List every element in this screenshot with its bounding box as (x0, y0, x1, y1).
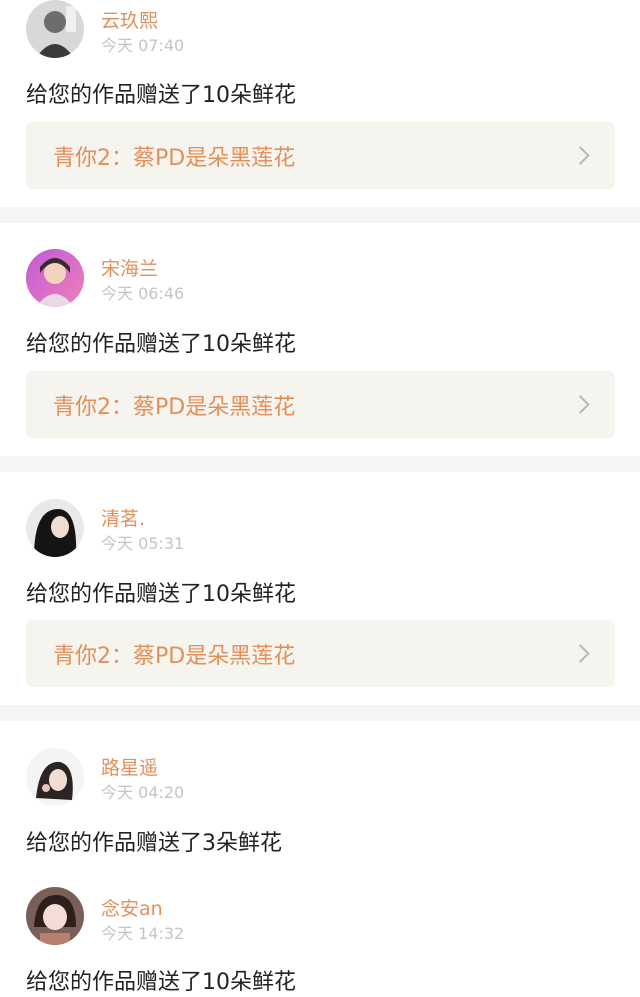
notification-feed: 云玖熙 今天 07:40 给您的作品赠送了10朵鲜花 青你2：蔡PD是朵黑莲花 (0, 0, 640, 997)
username[interactable]: 路星遥 (101, 753, 158, 780)
work-link-card[interactable]: 青你2：蔡PD是朵黑莲花 (26, 620, 615, 687)
user-avatar[interactable] (26, 748, 84, 806)
avatar-icon (26, 249, 84, 307)
section-divider (0, 456, 640, 472)
username[interactable]: 清茗. (101, 504, 145, 531)
section-divider (0, 207, 640, 223)
gift-message: 给您的作品赠送了10朵鲜花 (26, 332, 296, 357)
user-avatar[interactable] (26, 499, 84, 557)
chevron-right-icon (571, 395, 590, 414)
user-avatar[interactable] (26, 887, 84, 945)
notification-item: 念安an 今天 14:32 给您的作品赠送了10朵鲜花 (0, 860, 640, 997)
work-link-card[interactable]: 青你2：蔡PD是朵黑莲花 (26, 371, 615, 438)
user-avatar[interactable] (26, 0, 84, 58)
work-link-card[interactable]: 青你2：蔡PD是朵黑莲花 (26, 122, 615, 189)
gift-message: 给您的作品赠送了10朵鲜花 (26, 83, 296, 108)
username[interactable]: 宋海兰 (101, 254, 158, 281)
avatar-icon (26, 0, 84, 58)
chevron-right-icon (571, 146, 590, 165)
section-divider (0, 705, 640, 721)
avatar-icon (26, 748, 84, 806)
timestamp: 今天 14:32 (101, 924, 185, 943)
user-avatar[interactable] (26, 249, 84, 307)
timestamp: 今天 06:46 (101, 284, 185, 303)
work-title: 青你2：蔡PD是朵黑莲花 (53, 146, 296, 171)
timestamp: 今天 05:31 (101, 534, 185, 553)
avatar-icon (26, 499, 84, 557)
notification-item: 清茗. 今天 05:31 给您的作品赠送了10朵鲜花 青你2：蔡PD是朵黑莲花 (0, 472, 640, 705)
notification-item: 路星遥 今天 04:20 给您的作品赠送了3朵鲜花 (0, 721, 640, 857)
avatar-icon (26, 887, 84, 945)
username[interactable]: 念安an (101, 894, 163, 921)
gift-message: 给您的作品赠送了10朵鲜花 (26, 970, 296, 995)
work-title: 青你2：蔡PD是朵黑莲花 (53, 395, 296, 420)
gift-message: 给您的作品赠送了10朵鲜花 (26, 582, 296, 607)
notification-item: 宋海兰 今天 06:46 给您的作品赠送了10朵鲜花 青你2：蔡PD是朵黑莲花 (0, 223, 640, 456)
chevron-right-icon (571, 644, 590, 663)
username[interactable]: 云玖熙 (101, 6, 158, 33)
timestamp: 今天 04:20 (101, 783, 185, 802)
timestamp: 今天 07:40 (101, 36, 185, 55)
work-title: 青你2：蔡PD是朵黑莲花 (53, 644, 296, 669)
notification-item: 云玖熙 今天 07:40 给您的作品赠送了10朵鲜花 青你2：蔡PD是朵黑莲花 (0, 0, 640, 207)
gift-message: 给您的作品赠送了3朵鲜花 (26, 831, 282, 856)
